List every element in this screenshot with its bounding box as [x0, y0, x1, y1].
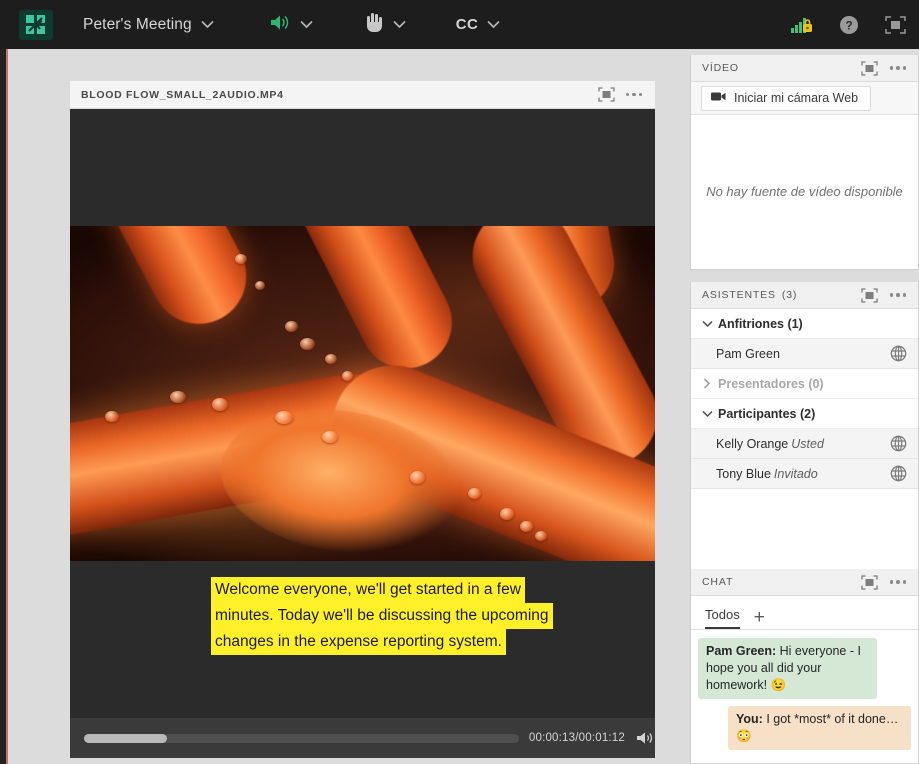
attendee-row[interactable]: Tony Blue Invitado	[691, 459, 918, 489]
chevron-right-icon	[700, 378, 714, 389]
globe-icon[interactable]	[890, 435, 907, 452]
cc-label: CC	[455, 16, 479, 33]
fullscreen-icon[interactable]	[872, 15, 919, 34]
no-video-source-message: No hay fuente de vídeo disponible	[691, 115, 918, 268]
chat-message-sender: You:	[736, 712, 763, 726]
raise-hand-menu[interactable]	[361, 0, 410, 49]
attendees-pod-title: ASISTENTES (3)	[702, 289, 797, 301]
attendee-name-text: Tony Blue	[716, 466, 771, 481]
chat-pod: CHAT Todos + Pam Green: Hi everyone - I …	[690, 569, 919, 764]
attendee-group-label: Participantes (2)	[718, 406, 816, 421]
speaker-menu[interactable]	[265, 0, 317, 49]
volume-icon[interactable]	[636, 730, 655, 746]
attendee-name-text: Kelly Orange	[716, 436, 789, 451]
more-options-icon[interactable]	[886, 64, 911, 72]
chat-message-sender: Pam Green:	[706, 644, 777, 658]
attendee-name: Tony Blue Invitado	[716, 467, 818, 481]
help-icon[interactable]: ?	[826, 15, 872, 35]
playback-time: 00:00:13/00:01:12	[528, 732, 625, 744]
more-options-icon[interactable]	[886, 578, 911, 586]
attendees-title-text: ASISTENTES	[702, 289, 776, 301]
attendees-empty-space	[691, 489, 918, 556]
attendee-row[interactable]: Pam Green	[691, 339, 918, 369]
player-controls: 00:00:13/00:01:12	[70, 718, 655, 758]
chat-message-list: Pam Green: Hi everyone - I hope you all …	[691, 630, 918, 763]
attendee-group-participants[interactable]: Participantes (2)	[691, 399, 918, 429]
more-options-icon[interactable]	[622, 91, 647, 99]
speaker-icon	[269, 13, 291, 37]
attendee-group-label: Presentadores (0)	[718, 376, 824, 391]
plus-icon[interactable]: +	[754, 608, 765, 629]
caption-line: Welcome everyone, we'll get started in a…	[211, 577, 525, 603]
share-pod-header: BLOOD FLOW_SMALL_2AUDIO.MP4	[70, 81, 655, 109]
video-player[interactable]: Welcome everyone, we'll get started in a…	[70, 109, 655, 758]
chevron-down-icon	[487, 16, 500, 34]
attendees-pod: ASISTENTES (3) Anfitriones (1) Pam Green…	[690, 282, 919, 572]
video-frame	[70, 226, 655, 561]
caption-line: minutes. Today we'll be discussing the u…	[211, 603, 553, 629]
attendee-role: Invitado	[773, 466, 818, 481]
maximize-icon[interactable]	[857, 286, 882, 305]
top-bar-right-icons: ?	[778, 0, 919, 49]
video-pod-header: VÍDEO	[691, 55, 918, 82]
start-my-webcam-label: Iniciar mi cámara Web	[734, 91, 859, 105]
video-pod: VÍDEO Iniciar mi cámara Web No hay fuent…	[690, 55, 919, 270]
meeting-title: Peter's Meeting	[83, 15, 192, 33]
attendee-group-label: Anfitriones (1)	[718, 316, 803, 331]
right-pod-rail: VÍDEO Iniciar mi cámara Web No hay fuent…	[690, 49, 919, 764]
globe-icon[interactable]	[890, 345, 907, 362]
attendees-count: (3)	[781, 289, 798, 301]
maximize-icon[interactable]	[594, 85, 619, 104]
share-pod: BLOOD FLOW_SMALL_2AUDIO.MP4 Welcome ever…	[70, 81, 655, 758]
video-pod-title: VÍDEO	[702, 62, 739, 74]
meeting-title-menu[interactable]: Peter's Meeting	[53, 0, 218, 49]
chat-pod-header: CHAT	[691, 569, 918, 596]
start-my-webcam-button[interactable]: Iniciar mi cámara Web	[701, 85, 872, 111]
svg-text:?: ?	[845, 18, 852, 32]
attendee-name: Pam Green	[716, 346, 780, 361]
maximize-icon[interactable]	[857, 59, 882, 78]
chat-message: Pam Green: Hi everyone - I hope you all …	[698, 638, 877, 699]
meeting-app-window: Peter's Meeting CC ? BLOOD FLOW_SMALL_2A…	[0, 0, 919, 764]
camera-icon	[711, 91, 726, 105]
chevron-down-icon	[393, 16, 406, 34]
maximize-icon[interactable]	[857, 573, 882, 592]
attendee-group-hosts[interactable]: Anfitriones (1)	[691, 309, 918, 339]
webcam-toolbar: Iniciar mi cámara Web	[691, 82, 918, 115]
closed-captions-menu[interactable]: CC	[452, 0, 505, 49]
share-pod-title: BLOOD FLOW_SMALL_2AUDIO.MP4	[81, 88, 284, 101]
chevron-down-icon	[300, 16, 313, 34]
seek-bar-fill	[84, 733, 167, 743]
attendee-name: Kelly Orange Usted	[716, 437, 824, 451]
caption-line: changes in the expense reporting system.	[211, 629, 506, 655]
chevron-down-icon	[700, 410, 714, 418]
attendee-role: Usted	[791, 436, 824, 451]
more-options-icon[interactable]	[886, 291, 911, 299]
chat-message: You: I got *most* of it done… 😳	[728, 706, 911, 750]
attendee-row[interactable]: Kelly Orange Usted	[691, 429, 918, 459]
chevron-down-icon	[700, 320, 714, 328]
chat-pod-title: CHAT	[702, 576, 734, 588]
connect-logo-icon[interactable]	[19, 9, 53, 40]
chat-tab-bar: Todos +	[691, 596, 918, 630]
closed-caption-overlay: Welcome everyone, we'll get started in a…	[70, 567, 655, 655]
raise-hand-icon	[365, 12, 384, 37]
attendee-group-presenters[interactable]: Presentadores (0)	[691, 369, 918, 399]
chevron-down-icon	[201, 16, 214, 34]
seek-bar[interactable]	[84, 733, 519, 743]
globe-icon[interactable]	[890, 465, 907, 482]
top-bar: Peter's Meeting CC ?	[0, 0, 919, 49]
connection-secure-icon[interactable]	[778, 16, 826, 34]
attendees-pod-header: ASISTENTES (3)	[691, 282, 918, 309]
tab-todos[interactable]: Todos	[705, 607, 740, 629]
